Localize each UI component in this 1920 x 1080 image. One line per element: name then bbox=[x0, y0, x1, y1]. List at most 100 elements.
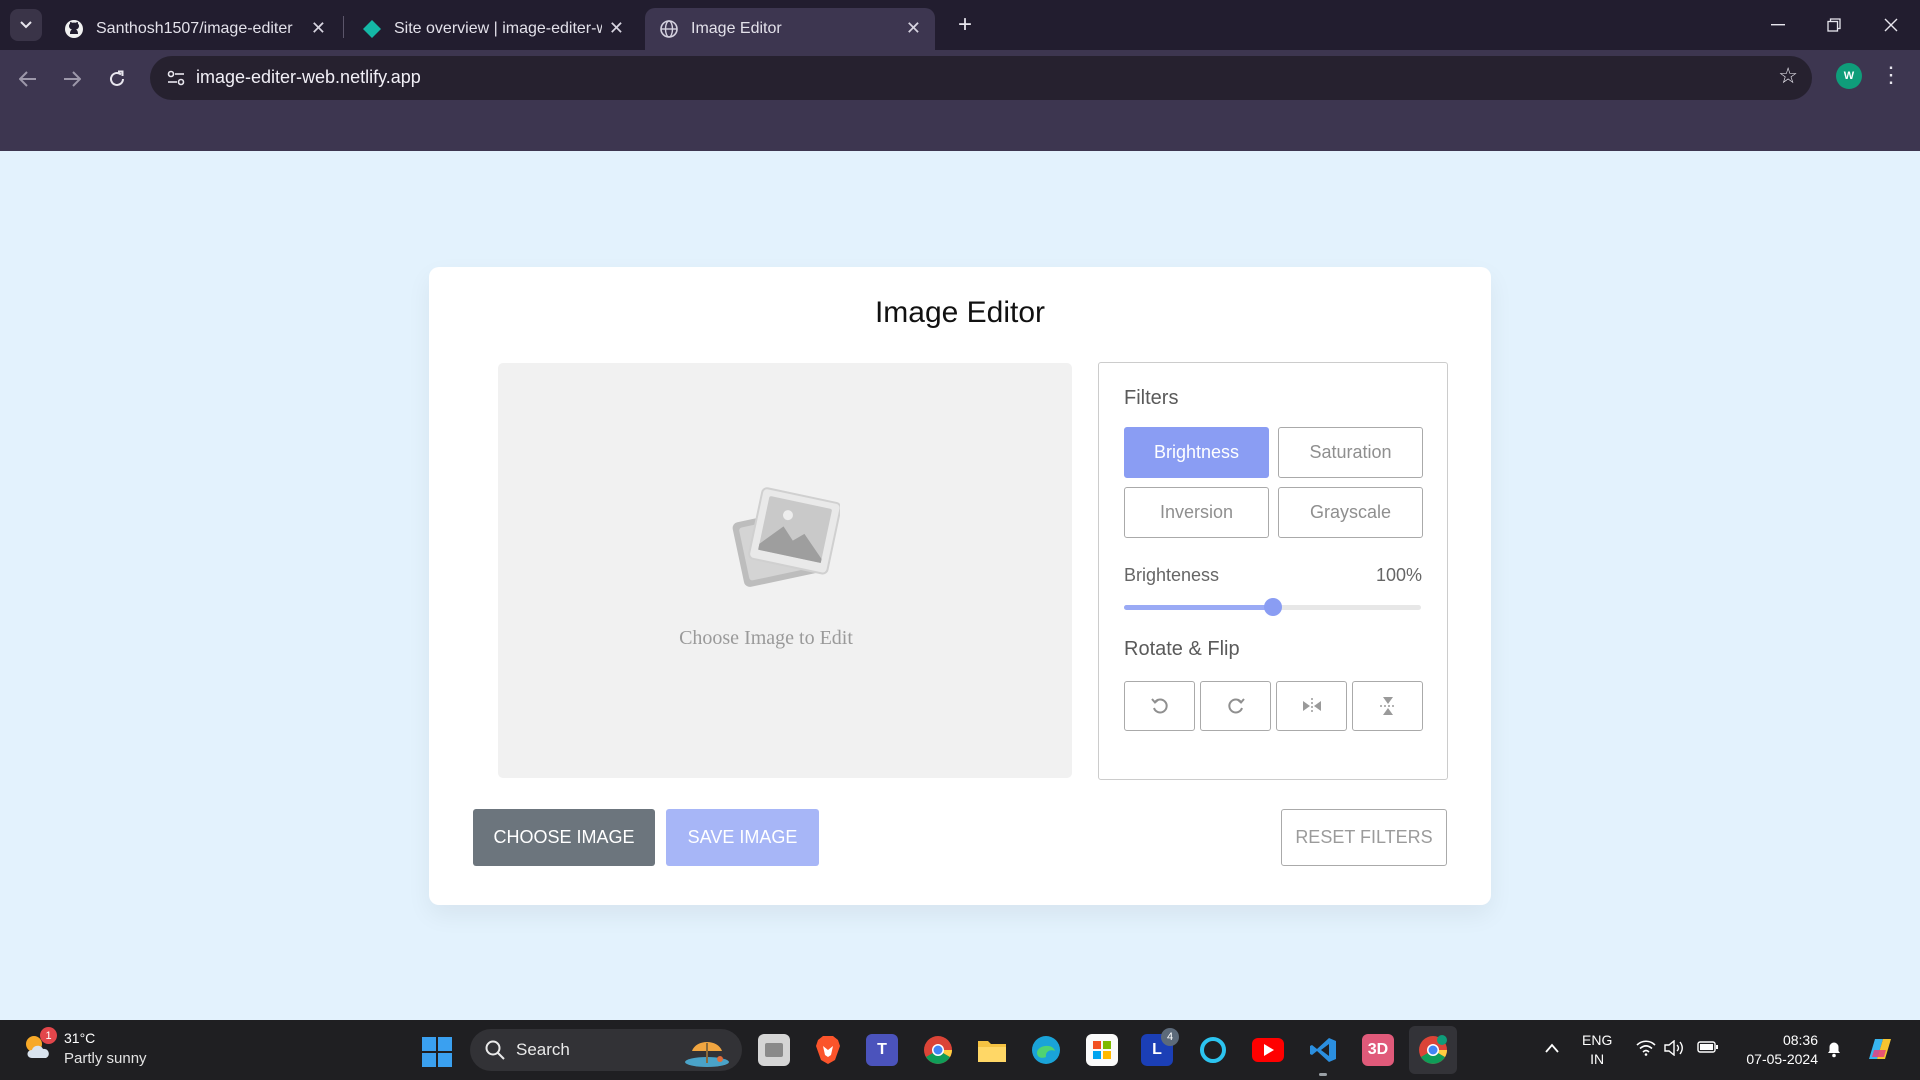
alexa-ring-icon bbox=[1200, 1037, 1226, 1063]
restore-icon bbox=[1827, 18, 1841, 32]
system-clock[interactable]: 08:36 07-05-2024 bbox=[1728, 1031, 1818, 1069]
edge-icon[interactable] bbox=[1030, 1034, 1062, 1066]
back-button[interactable] bbox=[11, 62, 45, 96]
minimize-button[interactable] bbox=[1758, 10, 1798, 40]
restore-button[interactable] bbox=[1814, 10, 1854, 40]
arrow-right-icon bbox=[64, 71, 81, 87]
rotate-left-icon bbox=[1150, 698, 1168, 714]
reset-filters-button[interactable]: RESET FILTERS bbox=[1281, 809, 1447, 866]
store-grid-icon bbox=[1093, 1041, 1111, 1059]
windows-logo-icon bbox=[438, 1037, 452, 1051]
speaker-icon bbox=[1664, 1039, 1683, 1057]
tab-separator bbox=[343, 16, 344, 38]
bookmark-star-icon[interactable]: ☆ bbox=[1778, 63, 1798, 89]
teams-icon[interactable]: T bbox=[866, 1034, 898, 1066]
3d-viewer-icon[interactable]: 3D bbox=[1362, 1034, 1394, 1066]
site-info-button[interactable] bbox=[162, 64, 190, 92]
slider-thumb[interactable] bbox=[1263, 598, 1282, 616]
alexa-icon[interactable] bbox=[1197, 1034, 1229, 1066]
editor-card: Image Editor Choose Image to Edit Filter… bbox=[429, 267, 1491, 905]
app-notification-badge: 4 bbox=[1161, 1028, 1179, 1046]
close-icon[interactable]: ✕ bbox=[906, 18, 921, 39]
notification-bell-icon[interactable] bbox=[1826, 1040, 1842, 1063]
chrome-profile-icon[interactable] bbox=[1409, 1026, 1457, 1074]
search-icon bbox=[485, 1040, 505, 1060]
task-view-icon[interactable] bbox=[758, 1034, 790, 1066]
tab-title: Site overview | image-editer-we bbox=[394, 20, 602, 37]
tab-netlify[interactable]: Site overview | image-editer-we ✕ bbox=[348, 8, 638, 50]
flip-horizontal-icon bbox=[1302, 698, 1321, 714]
brave-browser-icon[interactable] bbox=[812, 1034, 844, 1066]
browser-tab-strip: Santhosh1507/image-editer ✕ Site overvie… bbox=[0, 0, 1920, 50]
new-tab-button[interactable]: + bbox=[950, 10, 980, 40]
volume-icon[interactable] bbox=[1664, 1039, 1684, 1061]
chrome-icon[interactable] bbox=[922, 1034, 954, 1066]
minimize-icon bbox=[1771, 24, 1785, 26]
close-icon[interactable]: ✕ bbox=[609, 18, 624, 39]
tab-image-editor[interactable]: Image Editor ✕ bbox=[645, 8, 935, 50]
grayscale-filter-button[interactable]: Grayscale bbox=[1278, 487, 1423, 538]
windows-logo-icon bbox=[438, 1053, 452, 1067]
brightness-filter-button[interactable]: Brightness bbox=[1124, 427, 1269, 478]
show-hidden-icons-icon bbox=[1545, 1043, 1559, 1053]
slider-info: Brighteness 100% bbox=[1124, 565, 1422, 586]
slider-name: Brighteness bbox=[1124, 565, 1220, 585]
browser-toolbar: image-editer-web.netlify.app ☆ W ⋮ bbox=[0, 50, 1920, 158]
wifi-signal-icon bbox=[1636, 1040, 1656, 1056]
weather-temperature: 31°C bbox=[64, 1030, 96, 1046]
microsoft-store-icon[interactable] bbox=[1086, 1034, 1118, 1066]
slider-value: 100% bbox=[1375, 565, 1422, 585]
flip-horizontal-button[interactable] bbox=[1276, 681, 1347, 731]
profile-avatar[interactable]: W bbox=[1836, 63, 1862, 89]
search-label: Search bbox=[516, 1040, 570, 1059]
save-image-button[interactable]: SAVE IMAGE bbox=[666, 809, 819, 866]
close-icon bbox=[1884, 18, 1898, 32]
close-window-button[interactable] bbox=[1871, 10, 1911, 40]
weather-notification-badge: 1 bbox=[40, 1027, 57, 1044]
chevron-up-icon[interactable] bbox=[1545, 1040, 1559, 1058]
vscode-icon[interactable] bbox=[1307, 1034, 1339, 1076]
folder-icon bbox=[978, 1041, 1006, 1062]
chrome-logo-icon bbox=[1419, 1035, 1447, 1064]
globe-icon bbox=[660, 20, 678, 38]
file-explorer-icon[interactable] bbox=[976, 1034, 1008, 1066]
choose-image-placeholder-text: Choose Image to Edit bbox=[679, 627, 853, 649]
wifi-icon[interactable] bbox=[1636, 1040, 1656, 1061]
tab-title: Santhosh1507/image-editer bbox=[96, 20, 293, 37]
close-icon[interactable]: ✕ bbox=[311, 18, 326, 39]
taskbar-search[interactable]: Search bbox=[470, 1029, 742, 1071]
tab-title: Image Editor bbox=[691, 20, 782, 37]
choose-image-button[interactable]: CHOOSE IMAGE bbox=[473, 809, 655, 866]
windows-logo-icon bbox=[422, 1053, 436, 1067]
start-button[interactable] bbox=[422, 1037, 452, 1067]
inversion-filter-button[interactable]: Inversion bbox=[1124, 487, 1269, 538]
address-bar[interactable]: image-editer-web.netlify.app ☆ bbox=[150, 56, 1812, 100]
weather-description: Partly sunny bbox=[64, 1050, 147, 1067]
filter-panel: Filters Brightness Saturation Inversion … bbox=[1098, 362, 1448, 780]
region-code: IN bbox=[1590, 1051, 1605, 1067]
flip-vertical-button[interactable] bbox=[1352, 681, 1423, 731]
rotate-left-button[interactable] bbox=[1124, 681, 1195, 731]
battery-icon[interactable] bbox=[1697, 1040, 1719, 1059]
battery-level-icon bbox=[1697, 1041, 1718, 1053]
filters-heading: Filters bbox=[1124, 387, 1179, 409]
copilot-icon[interactable] bbox=[1865, 1035, 1895, 1068]
language-code: ENG bbox=[1582, 1032, 1613, 1048]
saturation-filter-button[interactable]: Saturation bbox=[1278, 427, 1423, 478]
windows-logo-icon bbox=[422, 1037, 436, 1051]
tab-search-button[interactable] bbox=[10, 9, 42, 41]
youtube-icon[interactable] bbox=[1252, 1034, 1284, 1066]
tune-icon bbox=[167, 70, 185, 86]
rotate-right-button[interactable] bbox=[1200, 681, 1271, 731]
image-preview: Choose Image to Edit bbox=[498, 363, 1072, 778]
url-text[interactable]: image-editer-web.netlify.app bbox=[196, 67, 421, 88]
beach-umbrella-icon bbox=[685, 1042, 729, 1067]
browser-menu-icon[interactable]: ⋮ bbox=[1880, 62, 1902, 88]
taskbar: 1 31°C Partly sunny Search T L 4 3D ENG … bbox=[0, 1020, 1920, 1080]
tab-github[interactable]: Santhosh1507/image-editer ✕ bbox=[50, 8, 340, 50]
reload-button[interactable] bbox=[100, 62, 134, 96]
language-indicator[interactable]: ENG IN bbox=[1582, 1031, 1612, 1069]
forward-button[interactable] bbox=[55, 62, 89, 96]
arrow-left-icon bbox=[19, 71, 36, 87]
brightness-slider[interactable] bbox=[1124, 598, 1421, 616]
